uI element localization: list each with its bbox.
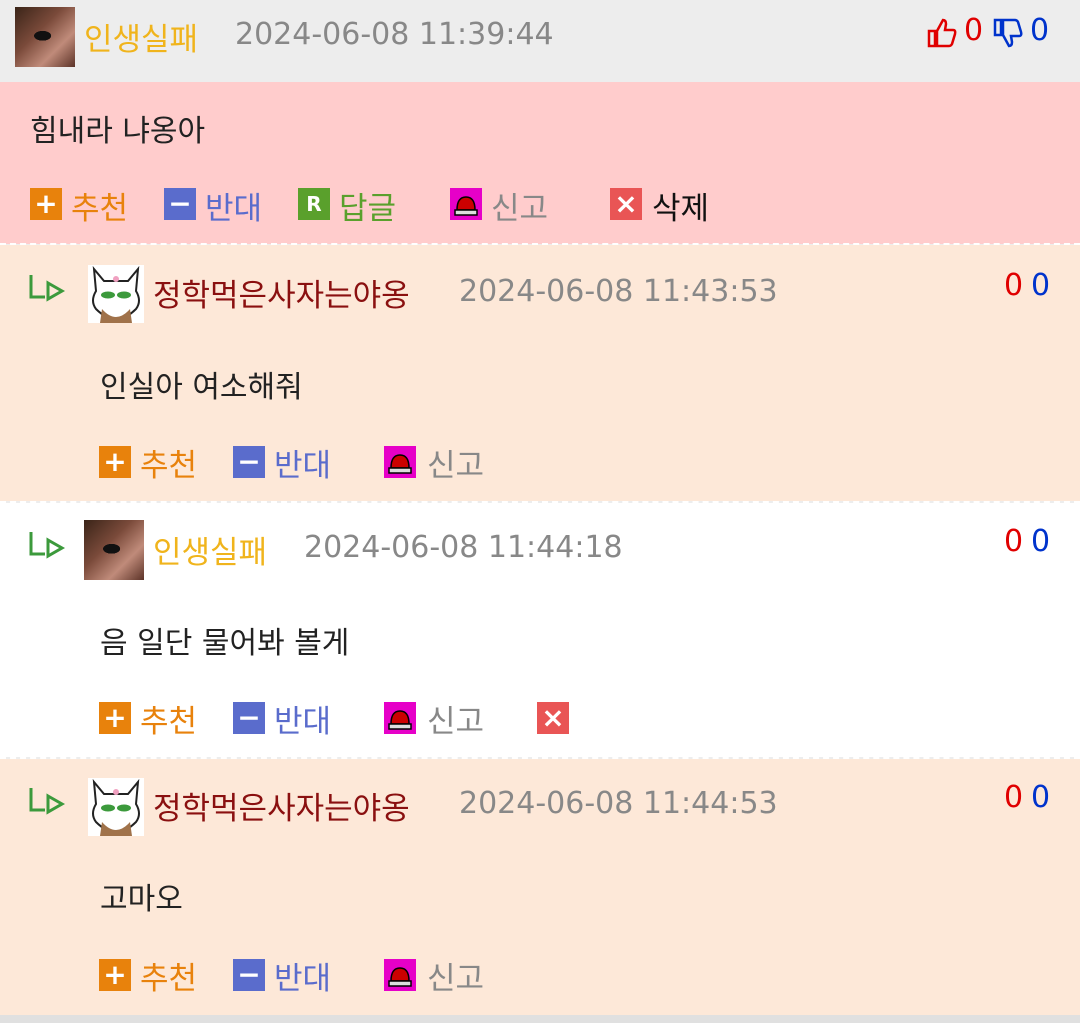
report-button[interactable]: 신고 [427, 440, 484, 485]
minus-icon[interactable]: − [164, 188, 196, 220]
comment-text: 인실아 여소해줘 [100, 370, 303, 405]
report-button[interactable]: 신고 [427, 953, 484, 998]
nickname[interactable]: 인생실패 [153, 527, 267, 572]
reply-icon[interactable]: R [298, 188, 330, 220]
timestamp: 2024-06-08 11:43:53 [459, 274, 778, 309]
close-icon[interactable]: × [537, 702, 569, 734]
timestamp: 2024-06-08 11:44:18 [304, 530, 623, 565]
thumbs-down-icon[interactable] [992, 17, 1024, 49]
avatar[interactable] [88, 778, 144, 836]
timestamp: 2024-06-08 11:39:44 [235, 17, 554, 52]
avatar[interactable] [84, 520, 144, 580]
siren-icon[interactable] [450, 188, 482, 220]
recommend-button[interactable]: 추천 [71, 183, 128, 228]
reply-button[interactable]: 답글 [339, 183, 396, 228]
plus-icon[interactable]: + [99, 959, 131, 991]
like-count: 0 [1004, 268, 1024, 303]
plus-icon[interactable]: + [99, 446, 131, 478]
oppose-button[interactable]: 반대 [274, 696, 331, 741]
thumbs-up-icon[interactable] [926, 17, 958, 49]
siren-icon[interactable] [384, 959, 416, 991]
minus-icon[interactable]: − [233, 702, 265, 734]
nickname[interactable]: 인생실패 [84, 14, 198, 59]
comment-text: 고마오 [100, 882, 183, 917]
plus-icon[interactable]: + [99, 702, 131, 734]
reply-arrow-icon [28, 786, 68, 818]
dislike-count: 0 [1031, 268, 1051, 303]
oppose-button[interactable]: 반대 [274, 953, 331, 998]
plus-icon[interactable]: + [30, 188, 62, 220]
like-count: 0 [964, 13, 984, 48]
delete-button[interactable]: 삭제 [652, 183, 709, 228]
timestamp: 2024-06-08 11:44:53 [459, 786, 778, 821]
oppose-button[interactable]: 반대 [274, 440, 331, 485]
recommend-button[interactable]: 추천 [140, 440, 197, 485]
avatar[interactable] [88, 265, 144, 323]
reply-arrow-icon [28, 530, 68, 562]
like-count: 0 [1004, 524, 1024, 559]
report-button[interactable]: 신고 [427, 696, 484, 741]
like-count: 0 [1004, 780, 1024, 815]
dislike-count: 0 [1030, 13, 1050, 48]
minus-icon[interactable]: − [233, 959, 265, 991]
recommend-button[interactable]: 추천 [140, 953, 197, 998]
minus-icon[interactable]: − [233, 446, 265, 478]
siren-icon[interactable] [384, 446, 416, 478]
nickname[interactable]: 정학먹은사자는야옹 [153, 270, 410, 315]
recommend-button[interactable]: 추천 [140, 696, 197, 741]
dislike-count: 0 [1031, 524, 1051, 559]
oppose-button[interactable]: 반대 [205, 183, 262, 228]
avatar[interactable] [15, 7, 75, 67]
comment-text: 음 일단 물어봐 볼게 [100, 626, 350, 661]
bottom-bar [0, 1015, 1080, 1023]
report-button[interactable]: 신고 [491, 183, 548, 228]
close-icon[interactable]: × [610, 188, 642, 220]
siren-icon[interactable] [384, 702, 416, 734]
dislike-count: 0 [1031, 780, 1051, 815]
reply-arrow-icon [28, 273, 68, 305]
comment-text: 힘내라 냐옹아 [30, 114, 206, 149]
nickname[interactable]: 정학먹은사자는야옹 [153, 783, 410, 828]
